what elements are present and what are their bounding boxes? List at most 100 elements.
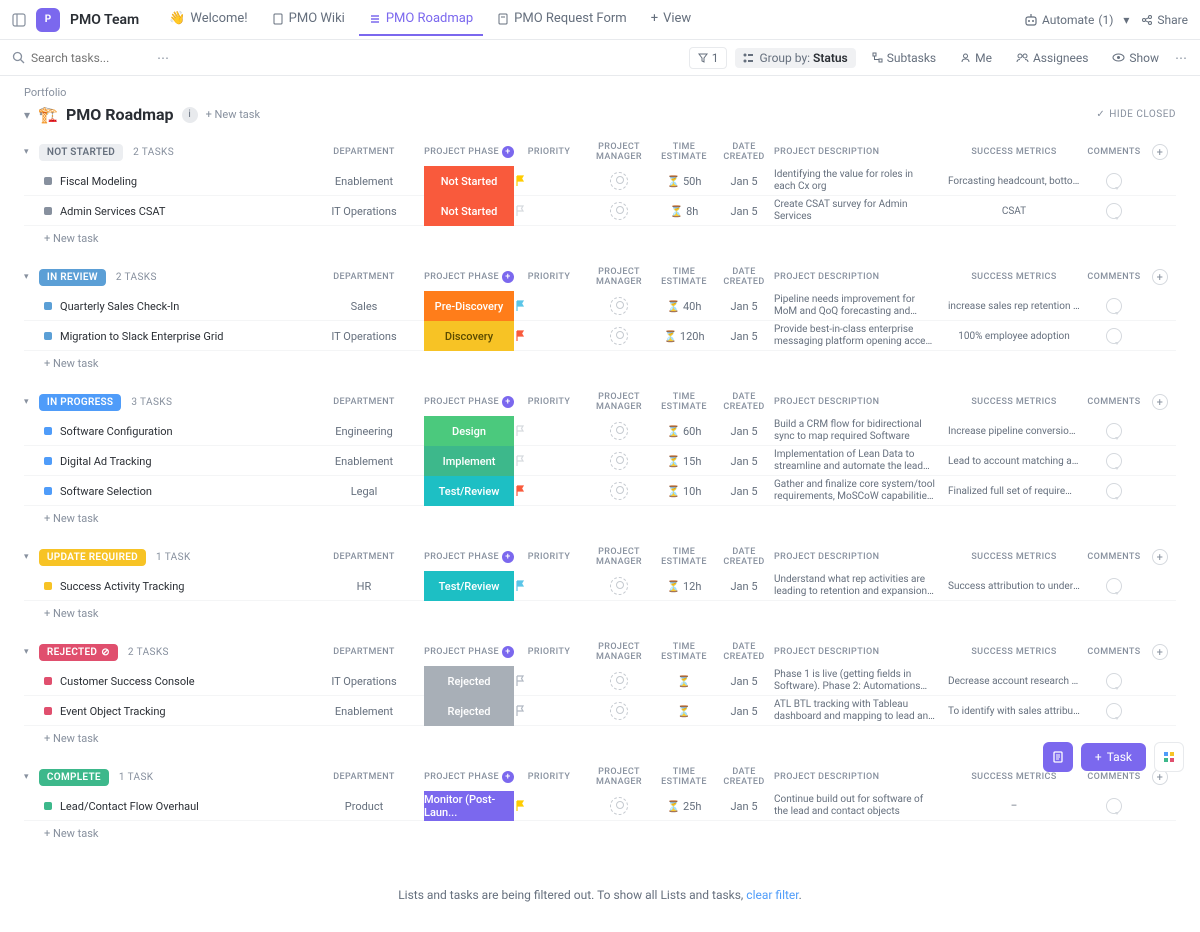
task-name[interactable]: Software Selection — [60, 485, 152, 498]
task-name[interactable]: Lead/Contact Flow Overhaul — [60, 800, 199, 813]
metrics-cell[interactable]: Success attribution to understand custom… — [944, 581, 1084, 592]
status-chip[interactable]: UPDATE REQUIRED — [39, 549, 146, 566]
phase-cell[interactable]: Discovery — [424, 321, 514, 351]
avatar-placeholder-icon[interactable] — [610, 797, 628, 815]
chevron-down-icon[interactable]: ▾ — [1123, 13, 1129, 27]
metrics-cell[interactable]: Decrease account research time for CSMs … — [944, 676, 1084, 687]
task-row[interactable]: Fiscal Modeling Enablement Not Started ⏳… — [24, 166, 1176, 196]
tab-welcome-[interactable]: 👋Welcome! — [159, 3, 257, 36]
new-task-row[interactable]: + New task — [24, 601, 1176, 620]
tab-pmo-request-form[interactable]: PMO Request Form — [487, 3, 637, 36]
hide-closed-button[interactable]: ✓ HIDE CLOSED — [1096, 109, 1176, 120]
task-row[interactable]: Lead/Contact Flow Overhaul Product Monit… — [24, 791, 1176, 821]
priority-cell[interactable] — [514, 485, 584, 497]
phase-cell[interactable]: Test/Review — [424, 571, 514, 601]
department-cell[interactable]: Enablement — [304, 455, 424, 468]
status-chip[interactable]: IN PROGRESS — [39, 394, 121, 411]
comments-cell[interactable] — [1084, 328, 1144, 344]
comment-icon[interactable] — [1106, 298, 1122, 314]
new-task-row[interactable]: + New task — [24, 726, 1176, 745]
priority-cell[interactable] — [514, 205, 584, 217]
comments-cell[interactable] — [1084, 423, 1144, 439]
tab-pmo-roadmap[interactable]: PMO Roadmap — [359, 3, 483, 36]
estimate-cell[interactable]: ⏳ 40h — [654, 300, 714, 313]
manager-cell[interactable] — [584, 482, 654, 500]
task-row[interactable]: Quarterly Sales Check-In Sales Pre-Disco… — [24, 291, 1176, 321]
description-cell[interactable]: Pipeline needs improvement for MoM and Q… — [774, 294, 944, 319]
task-row[interactable]: Migration to Slack Enterprise Grid IT Op… — [24, 321, 1176, 351]
info-icon[interactable]: i — [182, 107, 198, 123]
status-chip[interactable]: REJECTED ⊘ — [39, 644, 118, 661]
manager-cell[interactable] — [584, 297, 654, 315]
metrics-cell[interactable]: 100% employee adoption — [944, 331, 1084, 342]
estimate-cell[interactable]: ⏳ 15h — [654, 455, 714, 468]
automate-button[interactable]: Automate (1) ▾ — [1024, 13, 1129, 27]
description-cell[interactable]: Continue build out for software of the l… — [774, 794, 944, 819]
department-cell[interactable]: Engineering — [304, 425, 424, 438]
priority-cell[interactable] — [514, 455, 584, 467]
metrics-cell[interactable]: Finalized full set of requirements for V… — [944, 486, 1084, 497]
status-dot-icon[interactable] — [44, 707, 52, 715]
priority-cell[interactable] — [514, 580, 584, 592]
estimate-cell[interactable]: ⏳ 50h — [654, 175, 714, 188]
status-dot-icon[interactable] — [44, 302, 52, 310]
show-button[interactable]: Show — [1104, 48, 1167, 68]
comment-icon[interactable] — [1106, 578, 1122, 594]
status-dot-icon[interactable] — [44, 487, 52, 495]
metrics-cell[interactable]: increase sales rep retention rates QoQ a… — [944, 301, 1084, 312]
metrics-cell[interactable]: CSAT — [944, 206, 1084, 217]
comments-cell[interactable] — [1084, 673, 1144, 689]
new-task-row[interactable]: + New task — [24, 226, 1176, 245]
department-cell[interactable]: Sales — [304, 300, 424, 313]
task-name[interactable]: Software Configuration — [60, 425, 173, 438]
breadcrumb[interactable]: Portfolio — [0, 76, 1200, 99]
estimate-cell[interactable]: ⏳ 8h — [654, 205, 714, 218]
task-name[interactable]: Event Object Tracking — [60, 705, 166, 718]
phase-add-icon[interactable]: + — [502, 551, 514, 563]
comments-cell[interactable] — [1084, 483, 1144, 499]
comment-icon[interactable] — [1106, 703, 1122, 719]
estimate-cell[interactable]: ⏳ 120h — [654, 330, 714, 343]
task-name[interactable]: Migration to Slack Enterprise Grid — [60, 330, 223, 343]
estimate-cell[interactable]: ⏳ 12h — [654, 580, 714, 593]
estimate-cell[interactable]: ⏳ 60h — [654, 425, 714, 438]
manager-cell[interactable] — [584, 702, 654, 720]
group-collapse-icon[interactable]: ▾ — [24, 552, 29, 562]
task-row[interactable]: Admin Services CSAT IT Operations Not St… — [24, 196, 1176, 226]
comments-cell[interactable] — [1084, 578, 1144, 594]
status-dot-icon[interactable] — [44, 582, 52, 590]
priority-cell[interactable] — [514, 705, 584, 717]
priority-cell[interactable] — [514, 800, 584, 812]
share-button[interactable]: Share — [1141, 13, 1188, 27]
description-cell[interactable]: Understand what rep activities are leadi… — [774, 574, 944, 599]
workspace-icon[interactable]: P — [36, 8, 60, 32]
add-column-button[interactable]: + — [1152, 549, 1168, 565]
manager-cell[interactable] — [584, 577, 654, 595]
comment-icon[interactable] — [1106, 203, 1122, 219]
comment-icon[interactable] — [1106, 423, 1122, 439]
status-dot-icon[interactable] — [44, 802, 52, 810]
status-dot-icon[interactable] — [44, 332, 52, 340]
phase-cell[interactable]: Not Started — [424, 166, 514, 196]
task-row[interactable]: Customer Success Console IT Operations R… — [24, 666, 1176, 696]
status-chip[interactable]: COMPLETE — [39, 769, 109, 786]
task-name[interactable]: Fiscal Modeling — [60, 175, 137, 188]
task-row[interactable]: Success Activity Tracking HR Test/Review… — [24, 571, 1176, 601]
comment-icon[interactable] — [1106, 328, 1122, 344]
department-cell[interactable]: HR — [304, 580, 424, 593]
priority-cell[interactable] — [514, 425, 584, 437]
me-button[interactable]: Me — [952, 48, 1000, 68]
avatar-placeholder-icon[interactable] — [610, 172, 628, 190]
manager-cell[interactable] — [584, 202, 654, 220]
priority-cell[interactable] — [514, 330, 584, 342]
task-name[interactable]: Quarterly Sales Check-In — [60, 300, 179, 313]
float-apps-button[interactable] — [1154, 742, 1184, 772]
group-collapse-icon[interactable]: ▾ — [24, 147, 29, 157]
metrics-cell[interactable]: To identify with sales attribution varia… — [944, 706, 1084, 717]
metrics-cell[interactable]: Lead to account matching and handling of… — [944, 456, 1084, 467]
status-chip[interactable]: NOT STARTED — [39, 144, 123, 161]
comments-cell[interactable] — [1084, 298, 1144, 314]
toolbar-more-icon[interactable]: ⋯ — [1175, 51, 1188, 65]
sidebar-toggle-icon[interactable] — [12, 13, 26, 27]
comments-cell[interactable] — [1084, 453, 1144, 469]
